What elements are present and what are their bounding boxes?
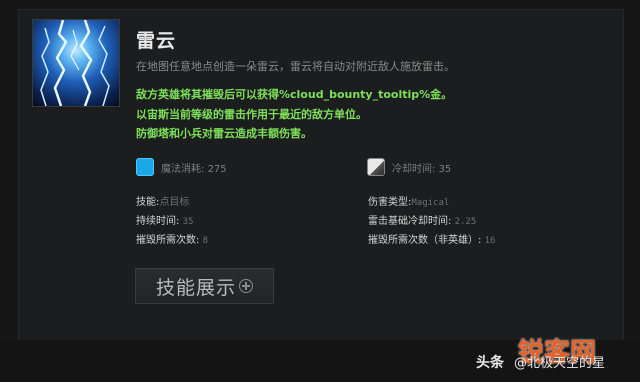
detail-value: Magical bbox=[411, 198, 450, 208]
detail-row: 伤害类型:Magical bbox=[368, 193, 449, 208]
detail-row: 摧毁所需次数: 8 bbox=[136, 231, 208, 246]
detail-value: 8 bbox=[202, 236, 208, 246]
cooldown-value: 35 bbox=[438, 164, 452, 175]
detail-key: 摧毁所需次数: bbox=[136, 235, 200, 246]
detail-value: 35 bbox=[182, 217, 194, 227]
mana-cost: 魔法消耗: 275 bbox=[161, 160, 227, 175]
cooldown-icon bbox=[367, 158, 385, 176]
detail-row: 技能:点目标 bbox=[136, 193, 189, 208]
watermark-handle: @北极天空的星 bbox=[514, 356, 606, 371]
detail-key: 伤害类型: bbox=[368, 197, 412, 208]
watermark-source: 头条 bbox=[476, 355, 504, 371]
cooldown-label: 冷却时间: bbox=[392, 164, 436, 175]
ability-demo-label: 技能展示 bbox=[155, 276, 236, 299]
plus-circle-icon bbox=[239, 279, 253, 293]
lightning-cloud-icon bbox=[32, 19, 120, 107]
detail-row: 摧毁所需次数（非英雄）: 16 bbox=[368, 231, 495, 246]
mana-cost-label: 魔法消耗: bbox=[161, 164, 205, 175]
detail-key: 技能: bbox=[136, 197, 160, 208]
detail-key: 摧毁所需次数（非英雄）: bbox=[368, 235, 482, 246]
detail-value: 点目标 bbox=[159, 197, 190, 208]
detail-value: 16 bbox=[484, 236, 496, 246]
ability-name: 雷云 bbox=[136, 30, 177, 52]
detail-value: 2.25 bbox=[454, 217, 477, 227]
ability-demo-button[interactable]: 技能展示 bbox=[135, 268, 274, 304]
mana-icon bbox=[136, 158, 154, 176]
ability-note: 以宙斯当前等级的雷击作用于最近的敌方单位。 bbox=[136, 108, 367, 121]
detail-key: 持续时间: bbox=[136, 216, 180, 227]
detail-key: 雷击基础冷却时间: bbox=[368, 216, 452, 227]
detail-row: 持续时间: 35 bbox=[136, 212, 193, 227]
ability-note: 防御塔和小兵对雷云造成丰额伤害。 bbox=[136, 127, 312, 140]
cooldown: 冷却时间: 35 bbox=[392, 160, 451, 175]
ability-description: 在地图任意地点创造一朵雷云，雷云将自动对附近敌人施放雷击。 bbox=[136, 60, 455, 73]
detail-row: 雷击基础冷却时间: 2.25 bbox=[368, 212, 476, 227]
ability-note: 敌方英雄将其摧毁后可以获得%cloud_bounty_tooltip%金。 bbox=[136, 88, 453, 101]
mana-cost-value: 275 bbox=[207, 164, 227, 175]
